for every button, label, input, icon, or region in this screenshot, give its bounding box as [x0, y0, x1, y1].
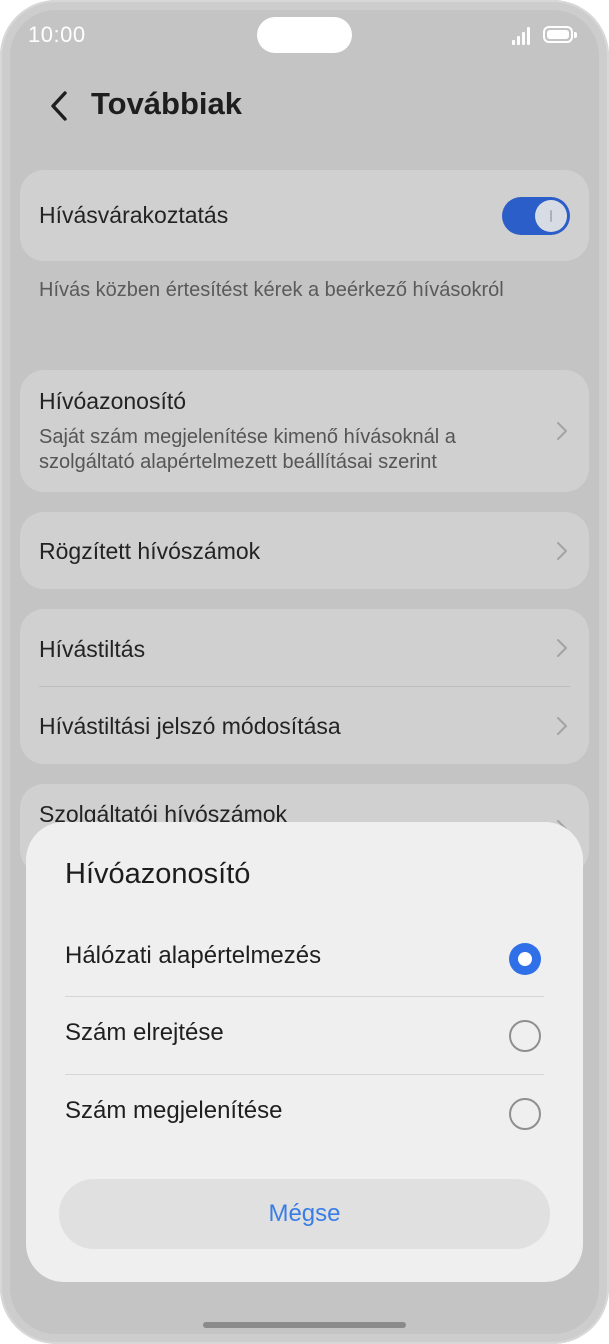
option-network-default[interactable]: Hálózati alapértelmezés — [26, 920, 583, 998]
caller-id-subtitle: Saját szám megjelenítése kimenő hívásokn… — [39, 426, 456, 473]
caller-id-row[interactable]: Hívóazonosító Saját szám megjelenítése k… — [20, 370, 589, 492]
call-waiting-description: Hívás közben értesítést kérek a beérkező… — [39, 279, 504, 301]
option-label: Szám elrejtése — [65, 1019, 224, 1046]
fixed-dialing-label: Rögzített hívószámok — [39, 538, 261, 564]
dynamic-island — [257, 17, 352, 53]
option-hide-number[interactable]: Szám elrejtése — [26, 997, 583, 1075]
option-label: Hálózati alapértelmezés — [65, 942, 322, 969]
dialog-title: Hívóazonosító — [65, 858, 251, 890]
status-time: 10:00 — [28, 22, 86, 47]
caller-id-label: Hívóazonosító — [39, 388, 187, 414]
chevron-right-icon — [557, 639, 567, 657]
chevron-right-icon — [557, 717, 567, 735]
option-show-number[interactable]: Szám megjelenítése — [26, 1075, 583, 1153]
call-barring-password-label: Hívástiltási jelszó módosítása — [39, 713, 341, 739]
page-title: Továbbiak — [91, 86, 243, 121]
phone-screen: 10:00 Továbbiak Hívásvárakoztatás Hívás … — [0, 0, 609, 1344]
radio-unselected-icon[interactable] — [509, 1098, 541, 1130]
chevron-right-icon — [557, 542, 567, 560]
battery-icon — [543, 26, 577, 43]
call-waiting-label: Hívásvárakoztatás — [39, 202, 229, 228]
call-barring-label: Hívástiltás — [39, 636, 146, 662]
home-indicator[interactable] — [203, 1322, 406, 1328]
call-waiting-toggle[interactable] — [502, 197, 570, 235]
toggle-knob — [535, 200, 567, 232]
option-label: Szám megjelenítése — [65, 1097, 283, 1124]
signal-icon — [512, 27, 534, 45]
chevron-right-icon — [557, 422, 567, 440]
caller-id-dialog: Hívóazonosító Hálózati alapértelmezés Sz… — [26, 822, 583, 1282]
call-barring-password-row[interactable]: Hívástiltási jelszó módosítása — [20, 687, 589, 764]
back-button[interactable] — [44, 88, 74, 124]
fixed-dialing-row[interactable]: Rögzített hívószámok — [20, 512, 589, 589]
call-barring-row[interactable]: Hívástiltás — [20, 609, 589, 686]
call-waiting-card: Hívásvárakoztatás — [20, 170, 589, 261]
radio-selected-icon[interactable] — [509, 943, 541, 975]
cancel-button[interactable]: Mégse — [59, 1179, 550, 1249]
radio-unselected-icon[interactable] — [509, 1020, 541, 1052]
chevron-left-icon — [51, 91, 67, 121]
call-barring-group: Hívástiltás Hívástiltási jelszó módosítá… — [20, 609, 589, 764]
